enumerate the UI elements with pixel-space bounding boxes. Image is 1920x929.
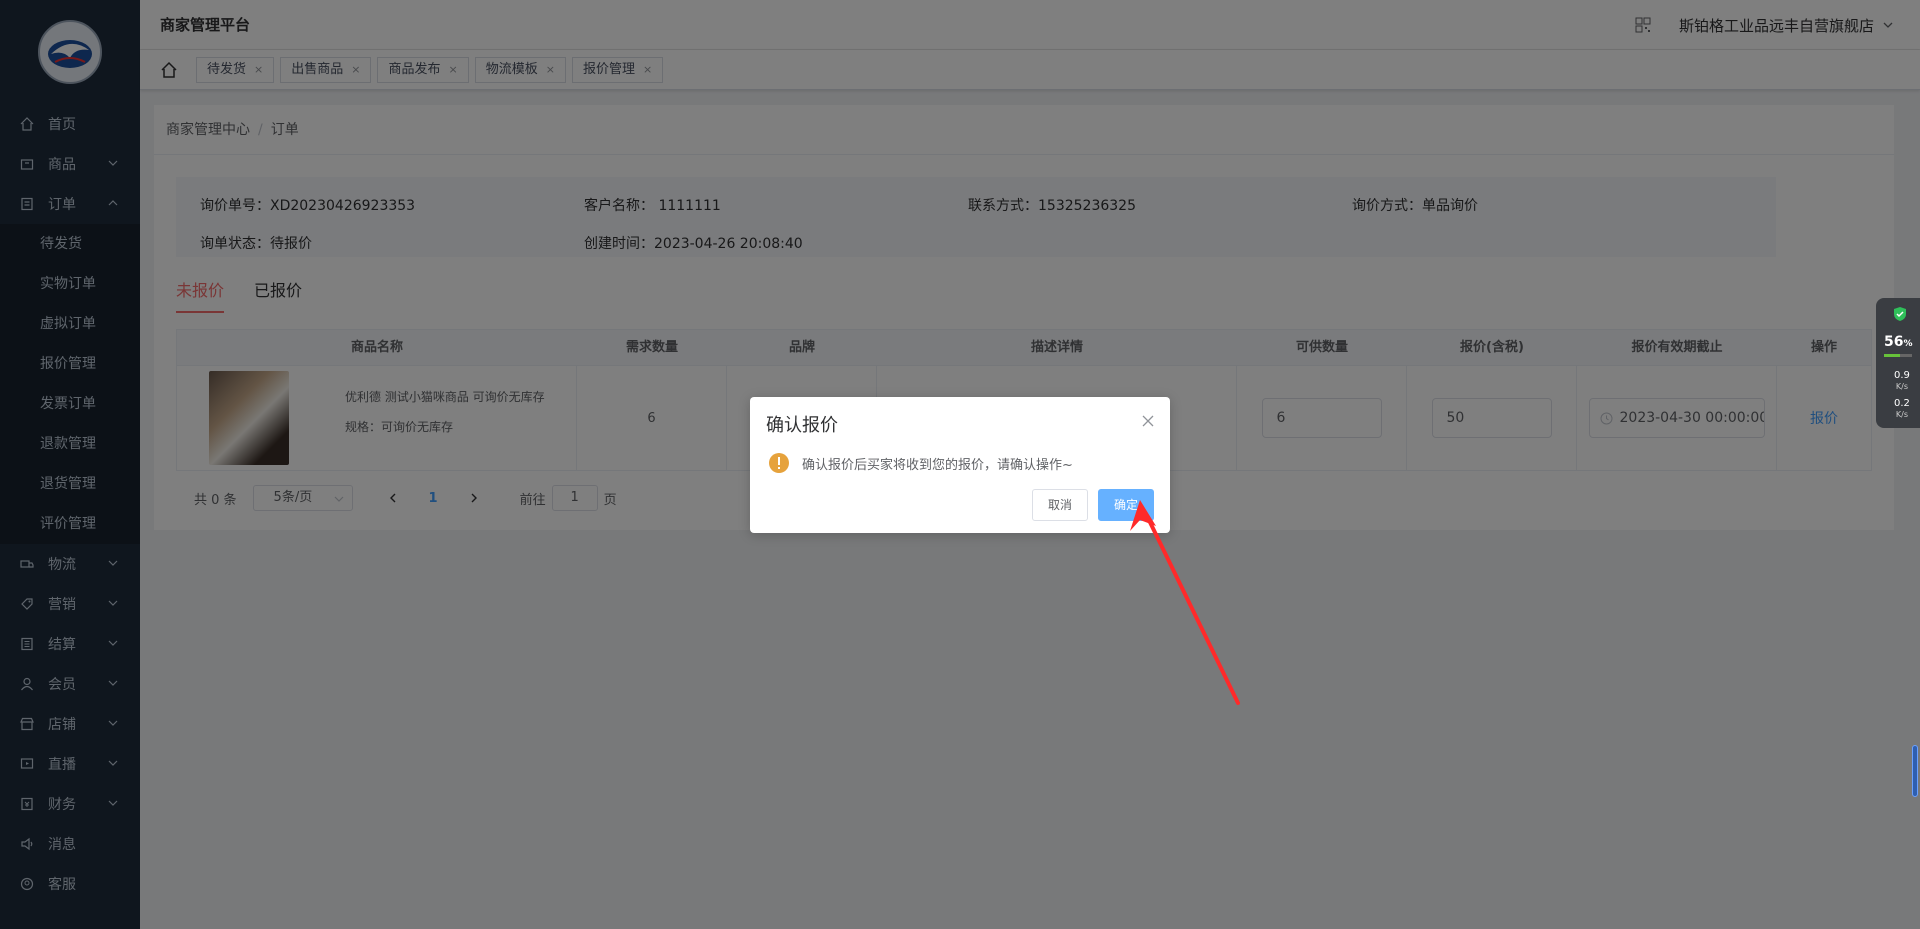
cancel-button[interactable]: 取消	[1032, 489, 1089, 521]
warning-icon	[769, 453, 789, 473]
dialog-title: 确认报价	[766, 415, 838, 436]
shield-check-icon	[1894, 307, 1906, 321]
dialog-message: 确认报价后买家将收到您的报价，请确认操作~	[802, 458, 1073, 473]
confirm-button[interactable]: 确定	[1098, 489, 1155, 521]
cpu-percent: 56%	[1884, 334, 1913, 350]
close-icon[interactable]	[1142, 415, 1154, 427]
cpu-bar	[1884, 354, 1912, 357]
confirm-quote-dialog: 确认报价 确认报价后买家将收到您的报价，请确认操作~ 取消 确定	[750, 397, 1170, 533]
scrollbar-thumb[interactable]	[1912, 745, 1918, 797]
upload-speed: 0.9 K/s	[1894, 370, 1910, 391]
network-monitor-widget[interactable]: 56% 0.9 K/s 0.2 K/s	[1876, 298, 1920, 428]
download-speed: 0.2 K/s	[1894, 398, 1910, 419]
